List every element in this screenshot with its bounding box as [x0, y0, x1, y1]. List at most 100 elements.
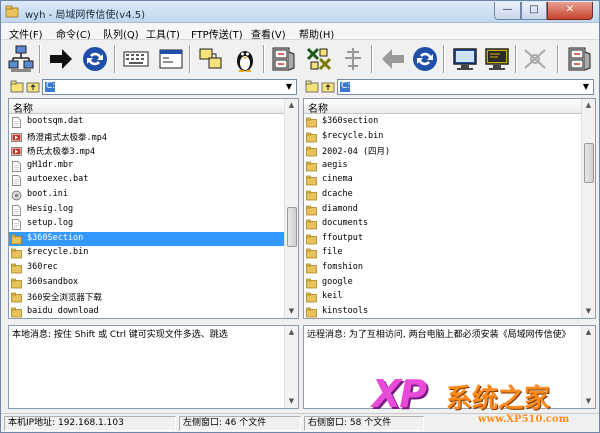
- scroll-thumb[interactable]: [584, 143, 594, 183]
- list-item[interactable]: dcache: [304, 188, 581, 203]
- list-item[interactable]: cinema: [304, 173, 581, 188]
- tower-icon[interactable]: [339, 44, 367, 74]
- folder-icon: [11, 263, 22, 274]
- remote-monitor-icon[interactable]: [483, 44, 511, 74]
- menu-tools[interactable]: 工具(T): [146, 26, 180, 41]
- list-item[interactable]: aegis: [304, 159, 581, 174]
- title-bar[interactable]: wyh - 局域网传信使(v4.5) — □ ✕: [1, 1, 599, 23]
- folders-icon[interactable]: [197, 44, 225, 74]
- refresh-sync-icon[interactable]: [411, 44, 439, 74]
- penguin-icon[interactable]: [231, 44, 259, 74]
- close-button[interactable]: ✕: [547, 2, 593, 20]
- menu-command[interactable]: 命令(C): [56, 26, 91, 41]
- file-name: $recycle.bin: [322, 130, 384, 141]
- list-item[interactable]: gH1dr.mbr: [9, 159, 284, 174]
- menu-file[interactable]: 文件(F): [9, 26, 43, 41]
- toolbar-separator: [371, 45, 373, 73]
- network-computers-icon[interactable]: [7, 44, 35, 74]
- local-file-pane: C:\ ▼ 名称 bootsqm.dat 杨澄甫式太极拳.mp4 杨氏太极拳3.mp…: [8, 78, 299, 319]
- list-item[interactable]: boot.ini: [9, 188, 284, 203]
- scroll-up-icon[interactable]: ▲: [285, 326, 298, 339]
- list-item[interactable]: 360rec: [9, 261, 284, 276]
- list-item[interactable]: baidu download: [9, 305, 284, 318]
- menu-help[interactable]: 帮助(H): [299, 26, 334, 41]
- monitor-icon[interactable]: [451, 44, 479, 74]
- remote-message-text: 远程消息: 为了互相访问, 两台电脑上都必须安装《局域网传信使》: [307, 330, 571, 340]
- folder-icon[interactable]: [305, 80, 319, 93]
- toolbar-separator: [443, 45, 445, 73]
- list-item[interactable]: $recycle.bin: [304, 130, 581, 145]
- scroll-up-icon[interactable]: ▲: [582, 326, 595, 339]
- exchange-icon[interactable]: [305, 44, 333, 74]
- chevron-down-icon[interactable]: ▼: [282, 80, 296, 94]
- file-icon: [12, 219, 21, 231]
- column-header-name[interactable]: 名称: [304, 99, 581, 115]
- list-item[interactable]: autoexec.bat: [9, 173, 284, 188]
- scroll-down-icon[interactable]: ▼: [582, 305, 595, 318]
- file-icon: [12, 175, 21, 187]
- back-arrow-icon[interactable]: [379, 44, 407, 74]
- local-path-select[interactable]: C:\ ▼: [42, 79, 297, 95]
- refresh-sync-icon[interactable]: [81, 44, 109, 74]
- maximize-button[interactable]: □: [521, 2, 547, 20]
- list-item[interactable]: 360安全浏览器下载: [9, 290, 284, 305]
- file-cabinet-icon[interactable]: [565, 44, 593, 74]
- scroll-up-icon[interactable]: ▲: [285, 99, 298, 112]
- scroll-down-icon[interactable]: ▼: [285, 305, 298, 318]
- list-item[interactable]: Hesig.log: [9, 203, 284, 218]
- file-name: cinema: [322, 174, 353, 185]
- list-item[interactable]: setup.log: [9, 217, 284, 232]
- list-item[interactable]: google: [304, 276, 581, 291]
- remote-path-select[interactable]: C:\ ▼: [337, 79, 594, 95]
- scroll-thumb[interactable]: [287, 207, 297, 247]
- list-item[interactable]: fomshion: [304, 261, 581, 276]
- list-item[interactable]: $recycle.bin: [9, 246, 284, 261]
- scroll-down-icon[interactable]: ▼: [285, 395, 298, 408]
- up-folder-icon[interactable]: [26, 80, 40, 93]
- folder-icon: [11, 234, 22, 245]
- list-item[interactable]: keil: [304, 290, 581, 305]
- toolbar-separator: [189, 45, 191, 73]
- chevron-down-icon[interactable]: ▼: [579, 80, 593, 94]
- scroll-down-icon[interactable]: ▼: [582, 395, 595, 408]
- folder-icon: [306, 263, 317, 274]
- folder-icon: [306, 205, 317, 215]
- list-item[interactable]: 360sandbox: [9, 276, 284, 291]
- send-arrow-icon[interactable]: [47, 44, 75, 74]
- file-cabinet-icon[interactable]: [269, 44, 297, 74]
- menu-queue[interactable]: 队列(Q): [103, 26, 139, 41]
- list-item[interactable]: documents: [304, 217, 581, 232]
- local-scrollbar[interactable]: ▲ ▼: [284, 99, 298, 318]
- folder-icon: [11, 292, 22, 303]
- list-item[interactable]: 杨澄甫式太极拳.mp4: [9, 130, 284, 145]
- disconnect-icon[interactable]: [521, 44, 549, 74]
- config-file-icon: [11, 190, 22, 201]
- local-message-scrollbar[interactable]: ▲ ▼: [284, 326, 298, 408]
- remote-scrollbar[interactable]: ▲ ▼: [581, 99, 595, 318]
- keyboard-icon[interactable]: [122, 44, 150, 74]
- list-item[interactable]: kinstools: [304, 305, 581, 318]
- menu-view[interactable]: 查看(V): [251, 26, 286, 41]
- list-item[interactable]: file: [304, 246, 581, 261]
- list-item[interactable]: $360section: [304, 115, 581, 130]
- list-item[interactable]: diamond: [304, 203, 581, 218]
- column-header-name[interactable]: 名称: [9, 99, 284, 115]
- menu-ftp[interactable]: FTP传送(T): [191, 26, 243, 41]
- video-file-icon: [11, 132, 22, 142]
- list-item[interactable]: bootsqm.dat: [9, 115, 284, 130]
- list-item[interactable]: 杨氏太极拳3.mp4: [9, 144, 284, 159]
- list-item[interactable]: 2002-04 (四月): [304, 144, 581, 159]
- folder-icon: [306, 292, 317, 303]
- folder-icon: [306, 117, 317, 128]
- list-item[interactable]: ffoutput: [304, 232, 581, 247]
- local-file-list[interactable]: 名称 bootsqm.dat 杨澄甫式太极拳.mp4 杨氏太极拳3.mp4 gH1dr…: [8, 98, 299, 319]
- minimize-button[interactable]: —: [494, 2, 521, 20]
- up-folder-icon[interactable]: [321, 80, 335, 93]
- folder-icon: [306, 161, 317, 172]
- scroll-up-icon[interactable]: ▲: [582, 99, 595, 112]
- list-item[interactable]: $360Section: [9, 231, 284, 247]
- remote-file-list[interactable]: 名称 $360section $recycle.bin 2002-04 (四月) ae…: [303, 98, 596, 319]
- terminal-window-icon[interactable]: [157, 44, 185, 74]
- folder-icon[interactable]: [10, 80, 24, 93]
- remote-message-scrollbar[interactable]: ▲ ▼: [581, 326, 595, 408]
